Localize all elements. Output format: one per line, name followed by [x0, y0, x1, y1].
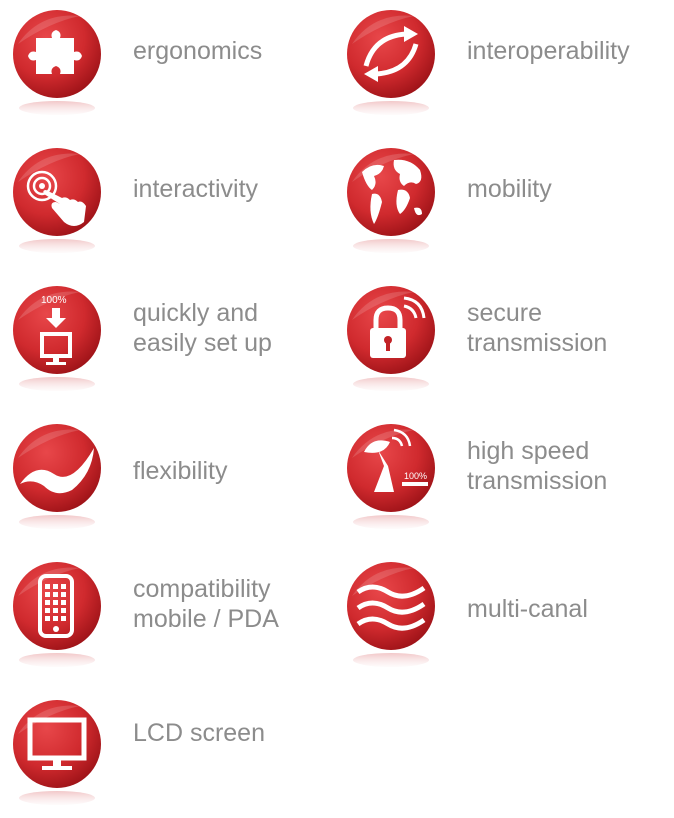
- feature-label: flexibility: [133, 457, 228, 485]
- icon-percent-text: 100%: [404, 471, 427, 481]
- feature-label: ergonomics: [133, 37, 263, 65]
- feature-label: LCD screen: [133, 719, 265, 747]
- feature-lcd-screen: LCD screen: [10, 698, 340, 808]
- feature-ergonomics: ergonomics: [10, 8, 340, 118]
- feature-label: interoperability: [467, 37, 630, 65]
- feature-label: multi-canal: [467, 595, 588, 623]
- feature-compatibility: compatibility mobile / PDA: [10, 560, 340, 670]
- smartphone-icon: [10, 560, 110, 680]
- feature-secure-transmission: secure transmission: [344, 284, 674, 394]
- waves-icon: [344, 560, 444, 680]
- feature-label: quickly and easily set up: [133, 299, 272, 357]
- download-computer-icon: 100%: [10, 284, 110, 404]
- wave-flag-icon: [10, 422, 110, 542]
- feature-label: high speed transmission: [467, 437, 608, 495]
- feature-multi-canal: multi-canal: [344, 560, 674, 670]
- globe-icon: [344, 146, 444, 266]
- arrows-exchange-icon: [344, 8, 444, 128]
- feature-interoperability: interoperability: [344, 8, 674, 118]
- feature-setup: 100% quickly and easily set up: [10, 284, 340, 394]
- feature-interactivity: interactivity: [10, 146, 340, 256]
- satellite-dish-icon: 100%: [344, 422, 444, 542]
- feature-label: compatibility mobile / PDA: [133, 575, 279, 633]
- padlock-signal-icon: [344, 284, 444, 404]
- touch-hand-icon: [10, 146, 110, 266]
- feature-label: secure transmission: [467, 299, 608, 357]
- monitor-icon: [10, 698, 110, 818]
- feature-label: mobility: [467, 175, 552, 203]
- puzzle-icon: [10, 8, 110, 128]
- feature-high-speed: 100% high speed transmission: [344, 422, 674, 532]
- icon-percent-text: 100%: [41, 295, 67, 306]
- feature-mobility: mobility: [344, 146, 674, 256]
- feature-label: interactivity: [133, 175, 259, 203]
- feature-flexibility: flexibility: [10, 422, 340, 532]
